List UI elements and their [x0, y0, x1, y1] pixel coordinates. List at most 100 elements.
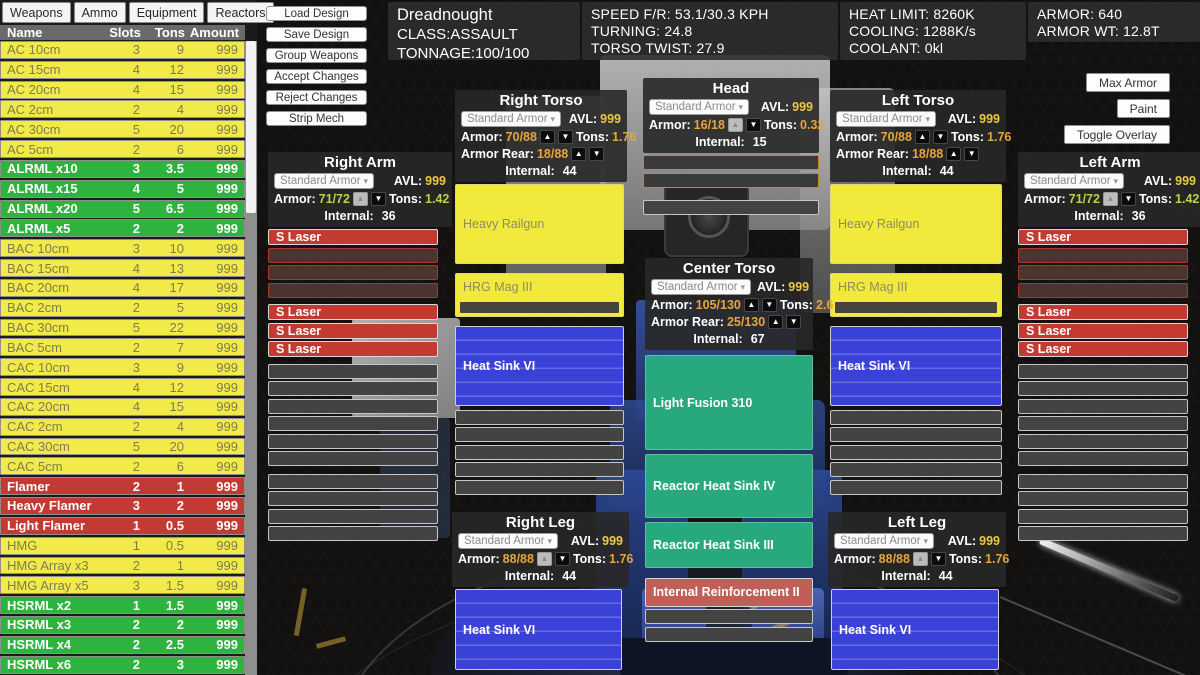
armor-up-button[interactable]: ▲ [353, 192, 368, 206]
empty-slot[interactable] [1018, 381, 1188, 396]
tab-ammo[interactable]: Ammo [74, 2, 126, 23]
empty-slot[interactable] [1018, 434, 1188, 449]
s-laser-slot[interactable]: S Laser [268, 323, 438, 339]
inventory-row[interactable]: AC 10cm39999 [0, 41, 245, 59]
save-design-button[interactable]: Save Design [266, 27, 367, 42]
s-laser-slot[interactable]: S Laser [1018, 229, 1188, 245]
armor-type-select[interactable]: Standard Armor▾ [274, 173, 374, 189]
armor-up-button[interactable]: ▲ [728, 118, 743, 132]
inventory-row[interactable]: ALRML x522999 [0, 219, 245, 237]
armor-down-button[interactable]: ▼ [746, 118, 761, 132]
occupied-slot[interactable] [645, 627, 813, 642]
s-laser-slot[interactable]: S Laser [1018, 323, 1188, 339]
armor-type-select[interactable]: Standard Armor▾ [649, 99, 749, 115]
tab-reactors[interactable]: Reactors [207, 2, 273, 23]
empty-slot[interactable] [643, 155, 819, 170]
inventory-row[interactable]: HMG10.5999 [0, 537, 245, 555]
empty-slot[interactable] [268, 509, 438, 524]
empty-slot[interactable] [1018, 399, 1188, 414]
inventory-row[interactable]: ALRML x2056.5999 [0, 200, 245, 218]
s-laser-slot[interactable]: S Laser [268, 229, 438, 245]
empty-slot[interactable] [1018, 526, 1188, 541]
tab-weapons[interactable]: Weapons [2, 2, 71, 23]
accept-changes-button[interactable]: Accept Changes [266, 69, 367, 84]
empty-slot[interactable] [1018, 451, 1188, 466]
empty-slot[interactable] [268, 381, 438, 396]
empty-slot[interactable] [268, 451, 438, 466]
armor-up-button[interactable]: ▲ [540, 130, 555, 144]
inventory-row[interactable]: Heavy Flamer32999 [0, 497, 245, 515]
empty-slot[interactable] [830, 480, 1002, 495]
inventory-row[interactable]: CAC 20cm415999 [0, 398, 245, 416]
heat-sink-vi-slot[interactable]: Heat Sink VI [455, 326, 624, 406]
armor-up-button[interactable]: ▲ [915, 130, 930, 144]
empty-slot[interactable] [268, 434, 438, 449]
occupied-slot[interactable] [1018, 283, 1188, 298]
inventory-row[interactable]: HSRML x422.5999 [0, 636, 245, 654]
armor-down-button[interactable]: ▼ [555, 552, 570, 566]
empty-slot[interactable] [455, 480, 624, 495]
inventory-row[interactable]: HSRML x211.5999 [0, 596, 245, 614]
hrg-mag-iii-slot[interactable]: HRG Mag III [455, 273, 624, 317]
occupied-slot[interactable] [645, 609, 813, 624]
inventory-row[interactable]: AC 20cm415999 [0, 81, 245, 99]
occupied-slot[interactable] [268, 248, 438, 263]
armor-up-button[interactable]: ▲ [913, 552, 928, 566]
armor-down-button[interactable]: ▼ [931, 552, 946, 566]
group-weapons-button[interactable]: Group Weapons [266, 48, 367, 63]
armor-down-button[interactable]: ▼ [762, 298, 777, 312]
tab-equipment[interactable]: Equipment [129, 2, 205, 23]
armor-up-button[interactable]: ▲ [1103, 192, 1118, 206]
empty-slot[interactable] [643, 200, 819, 215]
armor-up-button[interactable]: ▲ [537, 552, 552, 566]
strip-mech-button[interactable]: Strip Mech [266, 111, 367, 126]
hrg-mag-iii-slot[interactable]: HRG Mag III [830, 273, 1002, 317]
empty-slot[interactable] [268, 364, 438, 379]
reactor-heat-sink-iii-slot[interactable]: Reactor Heat Sink III [645, 522, 813, 568]
armor-up-button[interactable]: ▲ [571, 147, 586, 161]
inventory-row[interactable]: ALRML x1033.5999 [0, 160, 245, 178]
max-armor-button[interactable]: Max Armor [1086, 73, 1170, 92]
inventory-row[interactable]: HSRML x322999 [0, 616, 245, 634]
light-fusion-310-slot[interactable]: Light Fusion 310 [645, 355, 813, 450]
inventory-row[interactable]: CAC 15cm412999 [0, 378, 245, 396]
empty-slot[interactable] [455, 427, 624, 442]
armor-type-select[interactable]: Standard Armor▾ [461, 111, 561, 127]
empty-slot[interactable] [830, 445, 1002, 460]
empty-slot[interactable] [830, 410, 1002, 425]
occupied-slot[interactable] [268, 283, 438, 298]
armor-type-select[interactable]: Standard Armor▾ [458, 533, 558, 549]
empty-slot[interactable] [268, 526, 438, 541]
armor-type-select[interactable]: Standard Armor▾ [834, 533, 934, 549]
heavy-railgun-slot[interactable]: Heavy Railgun [455, 184, 624, 264]
empty-slot[interactable] [643, 173, 819, 188]
heavy-railgun-slot[interactable]: Heavy Railgun [830, 184, 1002, 264]
inventory-row[interactable]: CAC 30cm520999 [0, 438, 245, 456]
armor-type-select[interactable]: Standard Armor▾ [836, 111, 936, 127]
inventory-row[interactable]: HMG Array x321999 [0, 557, 245, 575]
paint-button[interactable]: Paint [1117, 99, 1170, 118]
empty-slot[interactable] [830, 462, 1002, 477]
s-laser-slot[interactable]: S Laser [1018, 304, 1188, 320]
load-design-button[interactable]: Load Design [266, 6, 367, 21]
internal-reinforcement-ii-slot[interactable]: Internal Reinforcement II [645, 578, 813, 607]
reject-changes-button[interactable]: Reject Changes [266, 90, 367, 105]
empty-slot[interactable] [268, 416, 438, 431]
armor-up-button[interactable]: ▲ [744, 298, 759, 312]
inventory-row[interactable]: AC 15cm412999 [0, 61, 245, 79]
inventory-row[interactable]: BAC 5cm27999 [0, 338, 245, 356]
armor-up-button[interactable]: ▲ [946, 147, 961, 161]
heat-sink-vi-slot[interactable]: Heat Sink VI [831, 589, 999, 670]
armor-down-button[interactable]: ▼ [1121, 192, 1136, 206]
inventory-row[interactable]: Flamer21999 [0, 477, 245, 495]
inventory-row[interactable]: BAC 20cm417999 [0, 279, 245, 297]
empty-slot[interactable] [268, 399, 438, 414]
heat-sink-vi-slot[interactable]: Heat Sink VI [455, 589, 622, 670]
empty-slot[interactable] [1018, 364, 1188, 379]
armor-down-button[interactable]: ▼ [371, 192, 386, 206]
empty-slot[interactable] [1018, 474, 1188, 489]
inventory-row[interactable]: BAC 15cm413999 [0, 259, 245, 277]
occupied-slot[interactable] [268, 265, 438, 280]
toggle-overlay-button[interactable]: Toggle Overlay [1064, 125, 1170, 144]
heat-sink-vi-slot[interactable]: Heat Sink VI [830, 326, 1002, 406]
